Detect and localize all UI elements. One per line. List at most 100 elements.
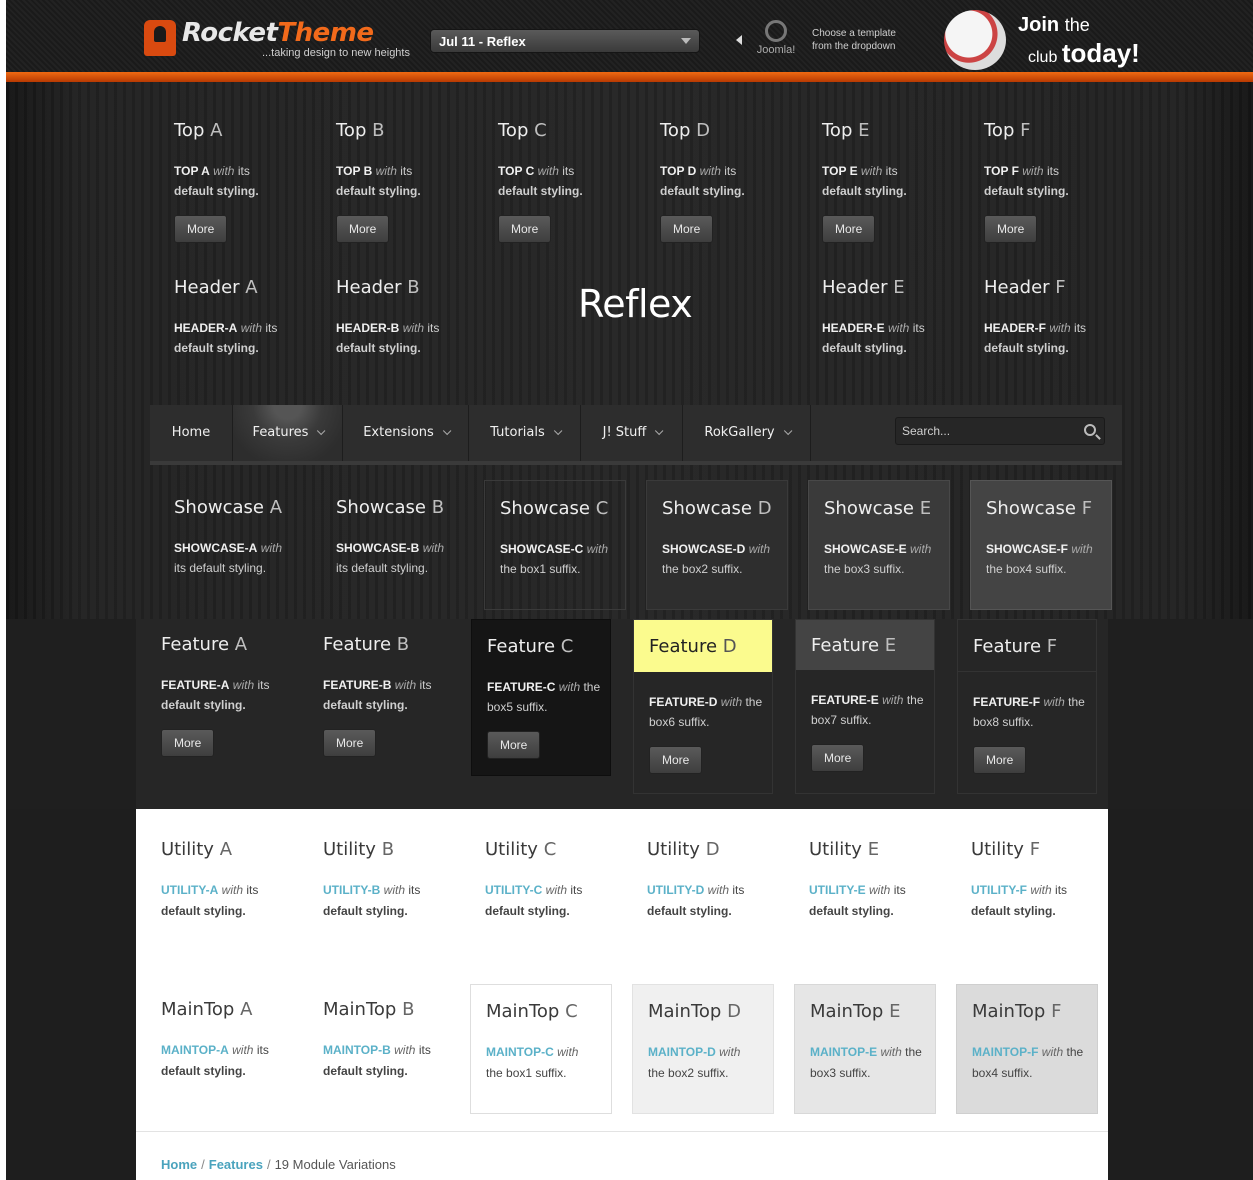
more-button[interactable]: More [973, 746, 1027, 774]
module-body: MAINTOP-E with the box3 suffix. [810, 1042, 935, 1084]
nav-item-extensions[interactable]: Extensions [342, 405, 468, 461]
body-rest: its [562, 164, 575, 178]
with-word: with [719, 1045, 741, 1059]
title-word: Top [174, 120, 205, 141]
more-button[interactable]: More [649, 746, 703, 774]
title-letter: A [219, 839, 233, 860]
choose-line-1: Choose a template [812, 28, 896, 39]
body-line-2: default styling. [174, 184, 259, 198]
module-maintop-a: MainTop A MAINTOP-A with its default styl… [161, 999, 311, 1082]
module-key: SHOWCASE-C [500, 542, 584, 556]
body-rest: its [570, 883, 583, 897]
nav-item-tutorials[interactable]: Tutorials [468, 405, 580, 461]
title-word: Showcase [500, 498, 590, 519]
module-title: MainTop D [648, 1001, 773, 1022]
more-button[interactable]: More [660, 215, 714, 243]
body-line-2: default styling. [984, 184, 1069, 198]
title-letter: E [867, 839, 880, 860]
body-rest: its [912, 321, 925, 335]
joomla-logo: Joomla! [750, 20, 802, 56]
module-showcase-c: Showcase C SHOWCASE-C with the box1 suffi… [484, 480, 626, 610]
more-button[interactable]: More [822, 215, 876, 243]
chevron-down-icon [317, 426, 326, 436]
title-word: Top [336, 120, 367, 141]
title-letter: A [245, 277, 258, 298]
search-field[interactable] [895, 417, 1105, 445]
feature-e-content: FEATURE-E with the box7 suffix. More [796, 690, 934, 772]
title-word: Showcase [824, 498, 914, 519]
more-button[interactable]: More [336, 215, 390, 243]
title-letter: C [560, 636, 574, 657]
module-utility-c: Utility C UTILITY-C with its default styl… [485, 839, 635, 922]
main-nav: Home Features Extensions Tutorials J! St… [150, 405, 1122, 465]
title-word: Utility [323, 839, 376, 860]
body-line-2: default styling. [336, 184, 421, 198]
module-feature-f: Feature F FEATURE-F with the box8 suffix.… [957, 619, 1097, 794]
more-button[interactable]: More [984, 215, 1038, 243]
title-word: Header [984, 277, 1050, 298]
module-key: TOP F [984, 164, 1019, 178]
module-title: Header E [822, 277, 972, 298]
breadcrumb-features[interactable]: Features [209, 1157, 263, 1172]
title-letter: B [431, 497, 445, 518]
reflex-logo[interactable]: Reflex [578, 282, 693, 326]
with-word: with [537, 164, 559, 178]
with-word: with [545, 883, 568, 897]
module-body: HEADER-F with its default styling. [984, 318, 1134, 358]
title-word: Top [660, 120, 691, 141]
search-icon[interactable] [1084, 424, 1096, 436]
template-select[interactable]: Jul 11 - Reflex [430, 29, 700, 53]
title-word: Header [336, 277, 402, 298]
with-word: with [375, 164, 397, 178]
module-title: Top C [498, 120, 648, 141]
module-key: MAINTOP-E [810, 1045, 878, 1059]
title-letter: E [919, 498, 932, 519]
nav-item-features[interactable]: Features [232, 405, 342, 461]
join-club-line-2[interactable]: club today! [1028, 38, 1140, 69]
title-word: Feature [811, 635, 880, 656]
more-button[interactable]: More [811, 744, 865, 772]
more-button[interactable]: More [323, 729, 377, 757]
nav-item-rokgallery[interactable]: RokGallery [682, 405, 810, 461]
title-word: Utility [809, 839, 862, 860]
more-button[interactable]: More [487, 731, 541, 759]
join-club-line-1[interactable]: Join the [1018, 14, 1090, 37]
module-body: HEADER-E with its default styling. [822, 318, 972, 358]
search-input[interactable] [902, 422, 1072, 440]
module-body: TOP D with its default styling. [660, 161, 810, 201]
module-key: MAINTOP-A [161, 1043, 229, 1057]
title-letter: F [1046, 636, 1058, 657]
breadcrumb-home[interactable]: Home [161, 1157, 197, 1172]
module-maintop-f: MainTop F MAINTOP-F with the box4 suffix. [956, 984, 1098, 1114]
module-header-b: Header B HEADER-B with its default stylin… [336, 277, 486, 358]
module-utility-e: Utility E UTILITY-E with its default styl… [809, 839, 959, 922]
title-word: Utility [485, 839, 538, 860]
module-title: Utility F [971, 839, 1121, 860]
page-frame: RocketTheme ...taking design to new heig… [6, 0, 1253, 1180]
title-letter: D [696, 120, 710, 141]
module-key: SHOWCASE-B [336, 541, 420, 555]
feature-f-header: Feature F [958, 620, 1096, 672]
body-line-2: default styling. [498, 184, 583, 198]
body-line-2: default styling. [161, 698, 246, 712]
more-button[interactable]: More [161, 729, 215, 757]
module-maintop-e: MainTop E MAINTOP-E with the box3 suffix. [794, 984, 936, 1114]
title-word: MainTop [323, 999, 397, 1020]
module-header-f: Header F HEADER-F with its default stylin… [984, 277, 1134, 358]
body-rest: the [906, 693, 924, 707]
nav-item-j-stuff[interactable]: J! Stuff [580, 405, 682, 461]
body-rest: its [724, 164, 737, 178]
title-word: Feature [161, 634, 230, 655]
nav-item-home[interactable]: Home [150, 405, 232, 461]
module-key: UTILITY-C [485, 883, 543, 897]
module-body: SHOWCASE-A with its default styling. [174, 538, 324, 578]
more-button[interactable]: More [498, 215, 552, 243]
feature-d-header: Feature D [634, 620, 772, 672]
nav-label: Features [252, 425, 309, 440]
title-letter: A [234, 634, 248, 655]
arrow-left-icon [736, 35, 742, 45]
more-button[interactable]: More [174, 215, 228, 243]
module-showcase-d: Showcase D SHOWCASE-D with the box2 suffi… [646, 480, 788, 610]
with-word: with [240, 321, 263, 335]
title-letter: A [269, 497, 283, 518]
